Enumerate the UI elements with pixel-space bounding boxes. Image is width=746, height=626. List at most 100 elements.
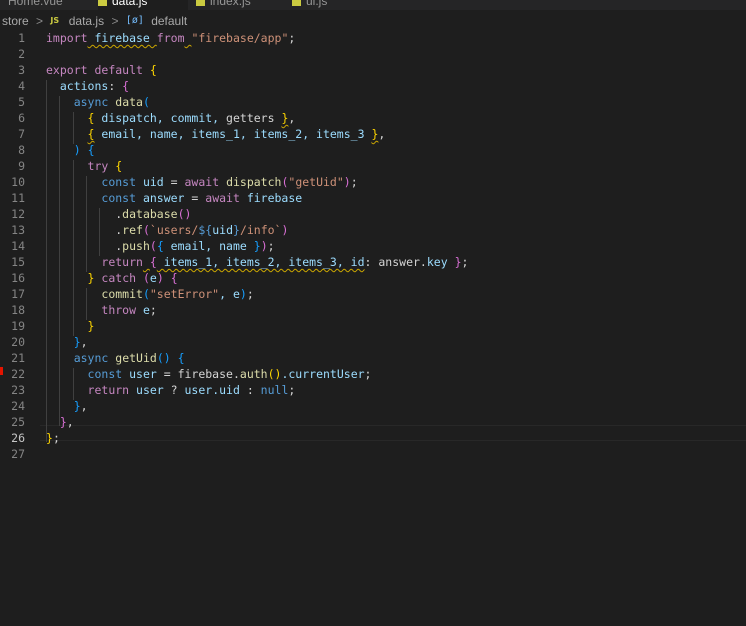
code-line[interactable]: 26}; [0,430,746,446]
code-line[interactable]: 12 .database() [0,206,746,222]
code-line[interactable]: 8 ) { [0,142,746,158]
code-line[interactable]: 10 const uid = await dispatch("getUid"); [0,174,746,190]
code-token: async [73,95,109,109]
code-token: ? [170,383,185,397]
code-token: ${ [198,223,213,237]
line-number: 16 [11,271,25,285]
line-number: 24 [11,399,25,413]
code-editor[interactable]: 1 import firebase from "firebase/app"; 2 3 e… [0,30,746,626]
tab-index-js[interactable]: index.js [196,0,284,10]
code-token: { [149,63,157,77]
code-line[interactable]: 7 { email, name, items_1, items_2, items… [0,126,746,142]
line-number: 5 [18,95,25,109]
line-number: 27 [11,447,25,461]
code-line[interactable]: 1 import firebase from "firebase/app"; [0,30,746,46]
code-line[interactable]: 2 [0,46,746,62]
code-line[interactable]: 18 throw e; [0,302,746,318]
code-token: e [136,303,150,317]
code-token: ) [281,223,289,237]
symbol-variable-icon: [ø] [125,15,144,26]
code-token: ; [52,431,60,445]
code-token: ( [142,271,150,285]
code-text: .push({ email, name }); [46,238,274,254]
code-line[interactable]: 24 }, [0,398,746,414]
line-number: 8 [18,143,25,157]
code-line[interactable]: 13 .ref(`users/${uid}/info`) [0,222,746,238]
code-token: ; [461,255,469,269]
code-line[interactable]: 21 async getUid() { [0,350,746,366]
code-token: async [73,351,109,365]
js-file-icon [98,0,107,6]
code-line[interactable]: 9 try { [0,158,746,174]
tab-ui-js[interactable]: ui.js [292,0,372,10]
code-token: default [94,63,143,77]
breadcrumb: store > JS data.js > [ø] default [0,10,746,32]
code-token: const [101,191,137,205]
code-text: } [46,318,95,334]
code-line[interactable]: 6 { dispatch, commit, getters }, [0,110,746,126]
code-line[interactable]: 25 }, [0,414,746,430]
code-text: }, [46,414,74,430]
code-line[interactable]: 19 } [0,318,746,334]
code-token: { [122,79,130,93]
code-line[interactable]: 27 [0,446,746,462]
code-token: = [191,191,206,205]
code-token: return [101,255,143,269]
code-token: export [46,63,88,77]
code-token: user.uid [184,383,247,397]
code-token: ) [260,239,268,253]
code-line[interactable]: 23 return user ? user.uid : null; [0,382,746,398]
code-token: items_1, items_2, items_3, id [156,255,365,269]
code-text: import firebase from "firebase/app"; [46,30,295,46]
code-line[interactable]: 3 export default { [0,62,746,78]
code-text: }; [46,430,60,446]
code-text: actions: { [46,78,129,94]
code-token: e [149,271,157,285]
code-line[interactable]: 4 actions: { [0,78,746,94]
code-token: { [87,143,95,157]
line-number: 11 [11,191,25,205]
code-token: , [80,399,88,413]
code-text: async data( [46,94,150,110]
code-line[interactable]: 5 async data( [0,94,746,110]
tab-data-js[interactable]: data.js [98,0,188,10]
line-number: 22 [11,367,25,381]
breadcrumb-file[interactable]: data.js [69,10,104,32]
code-token: ) [73,143,81,157]
code-line[interactable]: 14 .push({ email, name }); [0,238,746,254]
line-number: 6 [18,111,25,125]
code-token: } [454,255,462,269]
code-line[interactable]: 15 return { items_1, items_2, items_3, i… [0,254,746,270]
code-token: . [46,223,123,237]
code-token: } [73,399,81,413]
code-token: key [426,255,448,269]
code-line[interactable]: 22 const user = firebase.auth().currentU… [0,366,746,382]
code-token: getters [226,111,275,125]
code-line[interactable]: 16 } catch (e) { [0,270,746,286]
code-line[interactable]: 11 const answer = await firebase [0,190,746,206]
tab-home-vue[interactable]: Home.vue [8,0,90,10]
code-token: push [122,239,150,253]
code-token: ref [122,223,143,237]
code-text: const user = firebase.auth().currentUser… [46,366,372,382]
line-number: 13 [11,223,25,237]
code-token: ; [149,303,157,317]
code-line[interactable]: 17 commit("setError", e); [0,286,746,302]
code-token: uid [136,175,171,189]
line-number: 20 [11,335,25,349]
breadcrumb-symbol[interactable]: default [151,10,187,32]
line-number: 10 [11,175,25,189]
tab-bar: Home.vue data.js index.js ui.js [0,0,746,10]
code-line[interactable]: 20 }, [0,334,746,350]
breadcrumb-folder[interactable]: store [2,10,29,32]
code-token: , [288,111,296,125]
